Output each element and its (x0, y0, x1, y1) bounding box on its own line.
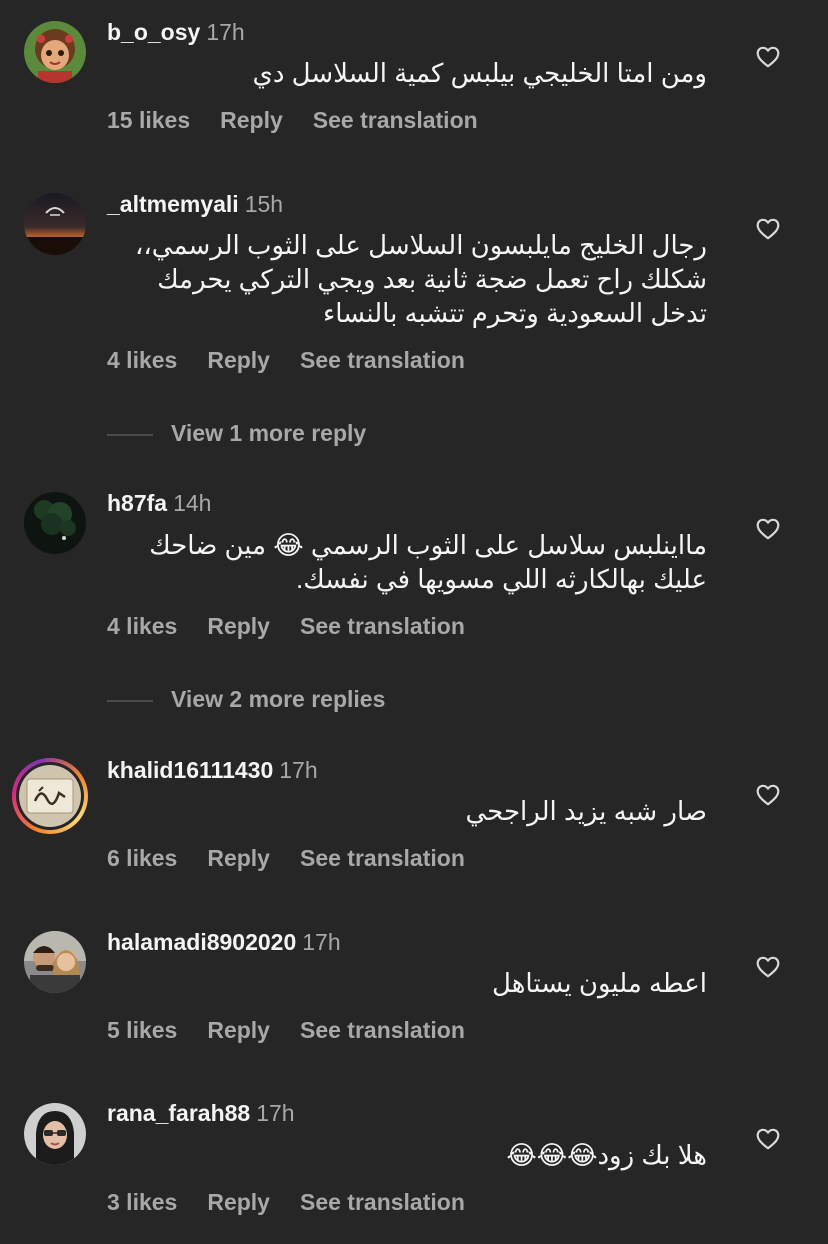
comment-header: rana_farah88 17h (107, 1098, 295, 1128)
comments-list: b_o_osy 17h ومن امتا الخليجي بيلبس كمية ا… (0, 0, 828, 1244)
calligraphy-avatar-icon (19, 765, 81, 827)
woman-glasses-avatar-icon (24, 1103, 86, 1165)
comment-text: مااينلبس سلاسل على الثوب الرسمي 😂 مين ضا… (107, 528, 707, 596)
comment-text-line: عليك بهالكارثه اللي مسويها في نفسك. (295, 564, 707, 594)
heart-outline-icon[interactable] (755, 44, 781, 70)
heart-outline-icon[interactable] (755, 216, 781, 242)
avatar[interactable] (24, 1103, 86, 1165)
username[interactable]: b_o_osy (107, 19, 200, 45)
comment-text-line: مااينلبس سلاسل على الثوب الرسمي 😂 مين ضا… (149, 530, 707, 560)
likes-count[interactable]: 15 likes (107, 107, 190, 133)
see-translation-button[interactable]: See translation (313, 107, 478, 133)
comment-header: khalid16111430 17h (107, 755, 318, 785)
view-more-replies-button[interactable]: View 2 more replies (107, 684, 385, 714)
avatar[interactable] (24, 21, 86, 83)
timestamp: 17h (256, 1100, 295, 1126)
comment-text-line: تدخل السعودية وتحرم تتشبه بالنساء (323, 298, 707, 328)
reply-button[interactable]: Reply (207, 845, 270, 871)
avatar[interactable] (24, 492, 86, 554)
avatar[interactable] (24, 193, 86, 255)
comment-text-line: صار شبه يزيد الراجحي (465, 796, 707, 826)
divider (107, 433, 153, 436)
divider (107, 699, 153, 702)
timestamp: 15h (244, 191, 284, 217)
likes-count[interactable]: 5 likes (107, 1017, 177, 1043)
night-tree-avatar-icon (24, 492, 86, 554)
comment-header: h87fa 14h (107, 488, 211, 518)
see-translation-button[interactable]: See translation (300, 845, 465, 871)
comment-text: ومن امتا الخليجي بيلبس كمية السلاسل دي (107, 56, 707, 90)
likes-count[interactable]: 6 likes (107, 845, 177, 871)
avatar[interactable] (12, 758, 88, 834)
heart-outline-icon[interactable] (755, 782, 781, 808)
comment-text-line: شكلك راح تعمل ضجة ثانية بعد ويجي التركي … (157, 264, 707, 294)
comment-actions: 4 likes Reply See translation (107, 611, 495, 641)
comment-actions: 15 likes Reply See translation (107, 105, 508, 135)
timestamp: 17h (206, 19, 245, 45)
username[interactable]: khalid16111430 (107, 757, 273, 783)
username[interactable]: _altmemyali (107, 191, 239, 217)
comment-text: صار شبه يزيد الراجحي (107, 794, 707, 828)
view-more-replies-button[interactable]: View 1 more reply (107, 418, 366, 448)
sunset-avatar-icon (24, 193, 86, 255)
see-translation-button[interactable]: See translation (300, 347, 465, 373)
see-translation-button[interactable]: See translation (300, 1189, 465, 1215)
comment-text: اعطه مليون يستاهل (107, 966, 707, 1000)
comment-text-line: رجال الخليج مايلبسون السلاسل على الثوب ا… (135, 230, 707, 260)
reply-button[interactable]: Reply (207, 1017, 270, 1043)
username[interactable]: h87fa (107, 490, 167, 516)
comment-actions: 6 likes Reply See translation (107, 843, 495, 873)
reply-button[interactable]: Reply (207, 1189, 270, 1215)
username[interactable]: rana_farah88 (107, 1100, 250, 1126)
avatar[interactable] (24, 931, 86, 993)
comment-text: هلا بك زود😂😂😂 (107, 1138, 707, 1172)
reply-button[interactable]: Reply (207, 613, 270, 639)
heart-outline-icon[interactable] (755, 1126, 781, 1152)
heart-outline-icon[interactable] (755, 516, 781, 542)
heart-outline-icon[interactable] (755, 954, 781, 980)
comment-text: رجال الخليج مايلبسون السلاسل على الثوب ا… (107, 228, 707, 330)
comment-actions: 5 likes Reply See translation (107, 1015, 495, 1045)
comment-actions: 4 likes Reply See translation (107, 345, 495, 375)
timestamp: 17h (302, 929, 341, 955)
reply-button[interactable]: Reply (207, 347, 270, 373)
couple-avatar-icon (24, 931, 86, 993)
cartoon-girl-avatar-icon (24, 21, 86, 83)
comment-text-line: ومن امتا الخليجي بيلبس كمية السلاسل دي (252, 58, 707, 88)
likes-count[interactable]: 3 likes (107, 1189, 177, 1215)
username[interactable]: halamadi8902020 (107, 929, 296, 955)
comment-header: b_o_osy 17h (107, 17, 245, 47)
see-translation-button[interactable]: See translation (300, 1017, 465, 1043)
reply-button[interactable]: Reply (220, 107, 283, 133)
likes-count[interactable]: 4 likes (107, 613, 177, 639)
view-more-label: View 2 more replies (171, 686, 386, 712)
comment-text-line: اعطه مليون يستاهل (492, 968, 707, 998)
comment-actions: 3 likes Reply See translation (107, 1187, 495, 1217)
story-ring (16, 762, 84, 830)
view-more-label: View 1 more reply (171, 420, 367, 446)
timestamp: 17h (279, 757, 318, 783)
see-translation-button[interactable]: See translation (300, 613, 465, 639)
timestamp: 14h (173, 490, 212, 516)
likes-count[interactable]: 4 likes (107, 347, 177, 373)
comment-text-line: هلا بك زود😂😂😂 (506, 1140, 707, 1170)
comment-header: halamadi8902020 17h (107, 927, 341, 957)
comment-header: _altmemyali 15h (107, 189, 283, 219)
